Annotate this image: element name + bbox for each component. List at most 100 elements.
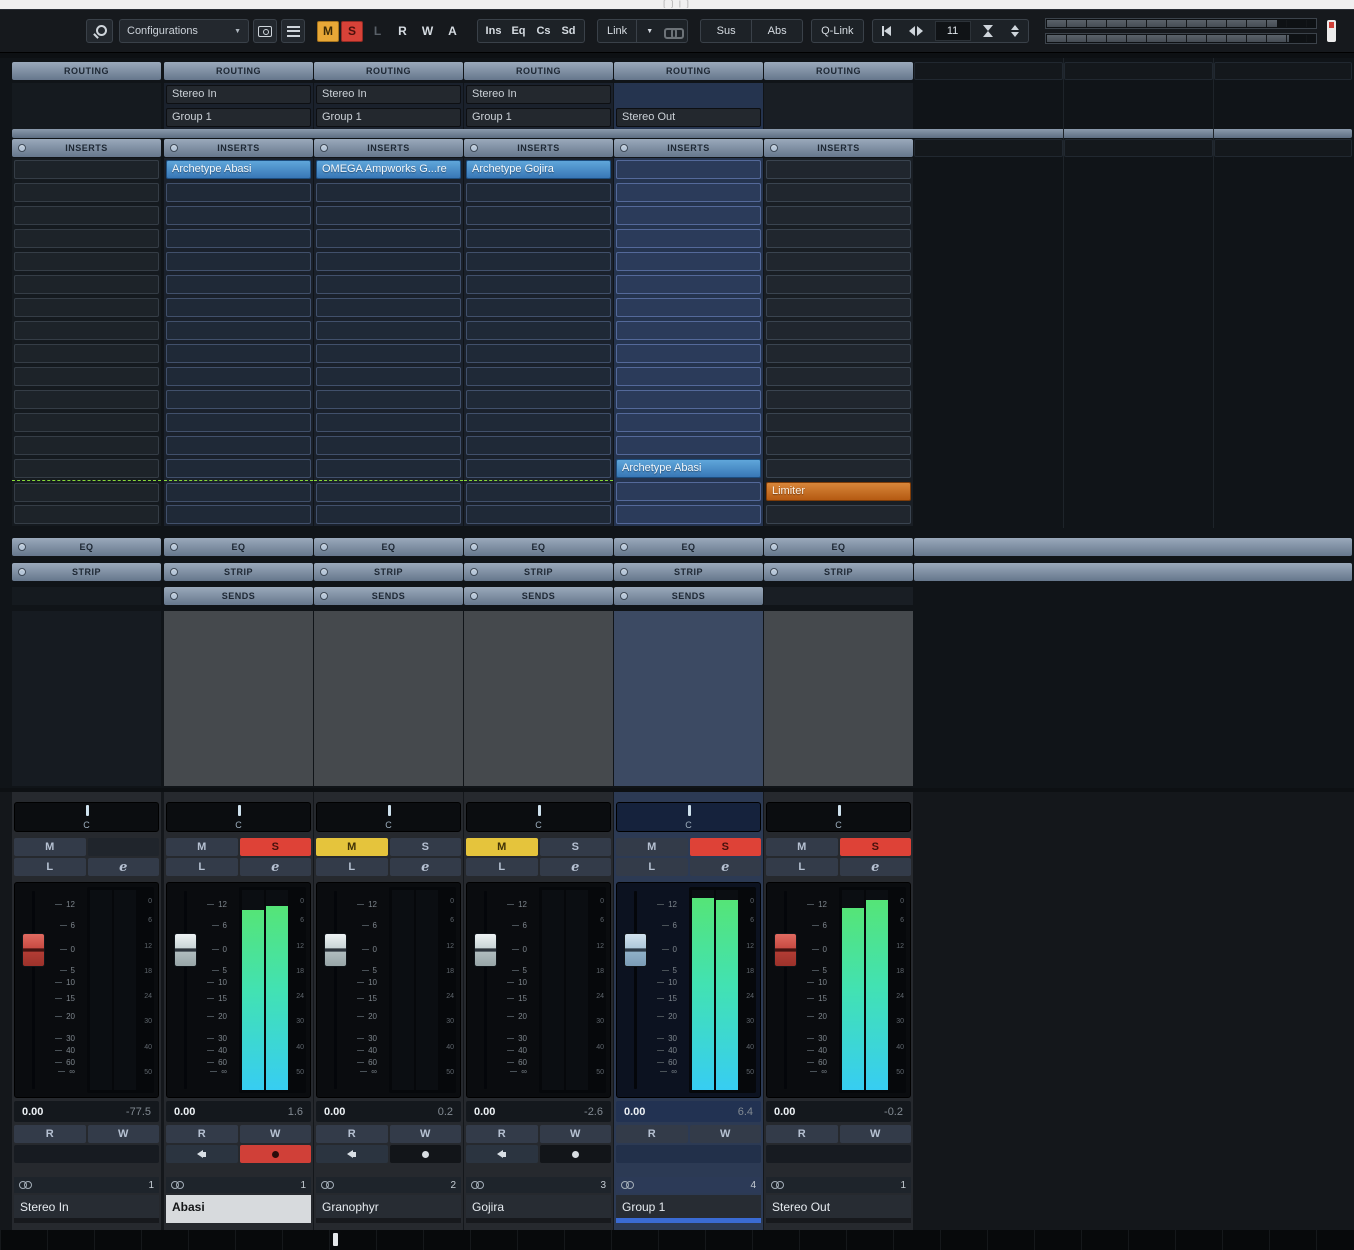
sends-indicator[interactable]: [320, 592, 328, 600]
fader-handle[interactable]: [474, 933, 497, 967]
pan-control[interactable]: C: [466, 802, 611, 832]
fader-handle[interactable]: [774, 933, 797, 967]
inserts-header[interactable]: INSERTS: [764, 139, 913, 157]
routing-slot[interactable]: Group 1: [316, 108, 461, 127]
insert-slot[interactable]: [166, 183, 311, 202]
insert-slot[interactable]: [316, 206, 461, 225]
eq-header[interactable]: EQ: [614, 538, 763, 556]
eq-header[interactable]: EQ: [464, 538, 613, 556]
eq-indicator[interactable]: [620, 543, 628, 551]
eq-header[interactable]: EQ: [314, 538, 463, 556]
edit-channel-button[interactable]: e: [839, 858, 911, 876]
global-mute-button[interactable]: M: [317, 20, 339, 42]
strip-indicator[interactable]: [18, 568, 26, 576]
channel-name[interactable]: Gojira: [466, 1195, 611, 1218]
link-dropdown[interactable]: ▼: [637, 20, 662, 42]
monitor-button[interactable]: [316, 1145, 388, 1163]
routing-slot[interactable]: Stereo In: [316, 85, 461, 104]
solo-button[interactable]: S: [239, 838, 311, 856]
link-button[interactable]: Link: [598, 20, 636, 42]
link-options-icon[interactable]: [664, 26, 685, 39]
peak-value[interactable]: 0.2: [438, 1106, 453, 1118]
edit-channel-button[interactable]: e: [239, 858, 311, 876]
go-first-button[interactable]: [873, 20, 900, 42]
eq-header[interactable]: EQ: [12, 538, 161, 556]
insert-slot[interactable]: [766, 160, 911, 179]
channel-height-slider[interactable]: [1044, 33, 1317, 44]
mute-button[interactable]: M: [616, 838, 688, 856]
panel-toggle[interactable]: [1326, 20, 1336, 42]
level-meter[interactable]: 0 6 12 18 24 30 40 50: [539, 887, 606, 1093]
insert-slot[interactable]: [14, 275, 159, 294]
sends-header[interactable]: SENDS: [614, 587, 763, 605]
peak-value[interactable]: -2.6: [584, 1106, 603, 1118]
mute-button[interactable]: M: [316, 838, 388, 856]
search-button[interactable]: [86, 19, 113, 43]
record-enable-button[interactable]: [539, 1145, 611, 1163]
insert-slot[interactable]: [166, 436, 311, 455]
routing-header[interactable]: ROUTING: [314, 62, 463, 80]
insert-slot[interactable]: [14, 483, 159, 502]
peak-value[interactable]: -77.5: [126, 1106, 151, 1118]
record-enable-button[interactable]: [239, 1145, 311, 1163]
monitor-button[interactable]: [466, 1145, 538, 1163]
insert-slot[interactable]: [316, 390, 461, 409]
fader-value[interactable]: 0.00: [174, 1106, 195, 1118]
inserts-header[interactable]: INSERTS: [12, 139, 161, 157]
routing-header[interactable]: ROUTING: [764, 62, 913, 80]
pan-control[interactable]: C: [14, 802, 159, 832]
insert-slot[interactable]: [616, 482, 761, 501]
insert-slot[interactable]: [166, 367, 311, 386]
insert-slot[interactable]: [166, 298, 311, 317]
channel-name[interactable]: Stereo Out: [766, 1195, 911, 1218]
insert-slot[interactable]: [166, 459, 311, 478]
insert-slot[interactable]: [766, 298, 911, 317]
insert-slot[interactable]: Archetype Gojira: [466, 160, 611, 179]
eq-indicator[interactable]: [18, 543, 26, 551]
insert-slot[interactable]: [316, 321, 461, 340]
pan-control[interactable]: C: [316, 802, 461, 832]
inserts-indicator[interactable]: [320, 144, 328, 152]
fader-value[interactable]: 0.00: [324, 1106, 345, 1118]
insert-slot[interactable]: [766, 252, 911, 271]
level-meter[interactable]: 0 6 12 18 24 30 40 50: [87, 887, 154, 1093]
insert-slot[interactable]: [616, 344, 761, 363]
routing-header[interactable]: ROUTING: [12, 62, 161, 80]
insert-slot[interactable]: [316, 229, 461, 248]
pan-control[interactable]: C: [166, 802, 311, 832]
insert-slot[interactable]: [316, 367, 461, 386]
insert-slot[interactable]: [766, 275, 911, 294]
insert-slot[interactable]: [316, 252, 461, 271]
mute-button[interactable]: M: [466, 838, 538, 856]
read-automation-button[interactable]: R: [166, 1125, 238, 1143]
channel-counter[interactable]: 11: [934, 21, 971, 41]
insert-slot[interactable]: [14, 459, 159, 478]
eq-indicator[interactable]: [770, 543, 778, 551]
bypass-sends-button[interactable]: Sd: [556, 25, 581, 37]
mute-button[interactable]: M: [14, 838, 86, 856]
insert-slot[interactable]: [466, 459, 611, 478]
mute-button[interactable]: M: [166, 838, 238, 856]
sends-indicator[interactable]: [470, 592, 478, 600]
insert-slot[interactable]: [166, 321, 311, 340]
solo-button[interactable]: S: [689, 838, 761, 856]
fader-value[interactable]: 0.00: [474, 1106, 495, 1118]
insert-slot[interactable]: [616, 252, 761, 271]
insert-slot[interactable]: [166, 275, 311, 294]
insert-slot[interactable]: [14, 344, 159, 363]
insert-slot[interactable]: [766, 344, 911, 363]
edit-channel-button[interactable]: e: [689, 858, 761, 876]
insert-slot[interactable]: [166, 505, 311, 524]
insert-slot[interactable]: [616, 321, 761, 340]
bypass-inserts-button[interactable]: Ins: [481, 25, 506, 37]
inserts-indicator[interactable]: [18, 144, 26, 152]
level-meter[interactable]: 0 6 12 18 24 30 40 50: [839, 887, 906, 1093]
strip-indicator[interactable]: [620, 568, 628, 576]
insert-slot[interactable]: [14, 413, 159, 432]
sends-indicator[interactable]: [620, 592, 628, 600]
pan-control[interactable]: C: [766, 802, 911, 832]
scroll-channels-button[interactable]: [900, 20, 932, 42]
insert-slot[interactable]: [616, 183, 761, 202]
inserts-indicator[interactable]: [620, 144, 628, 152]
insert-slot[interactable]: [766, 206, 911, 225]
